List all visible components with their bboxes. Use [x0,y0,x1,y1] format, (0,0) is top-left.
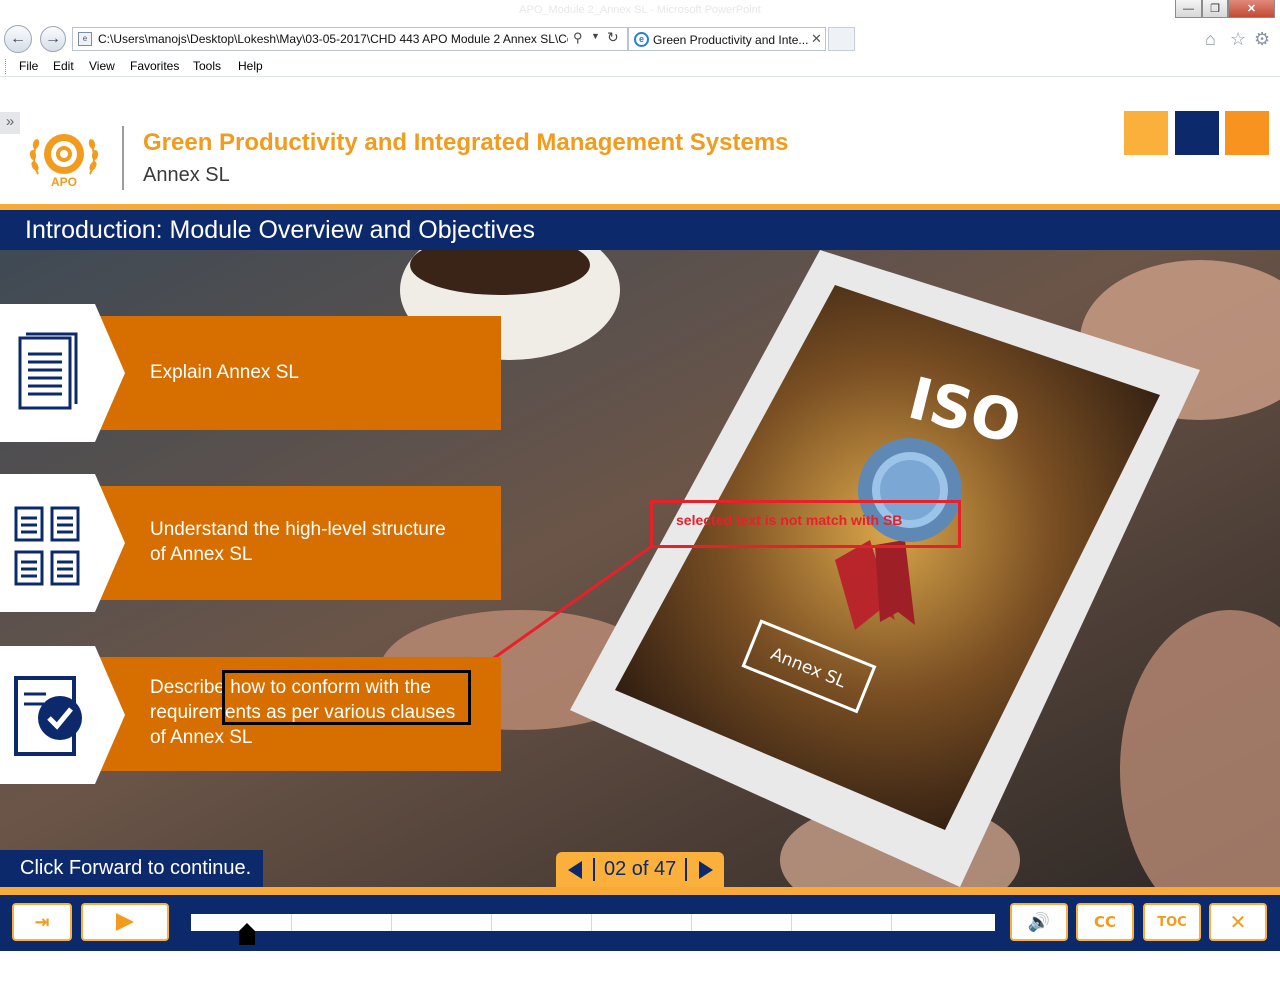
browser-tab[interactable]: e Green Productivity and Inte... ✕ [628,27,826,51]
address-text[interactable]: C:\Users\manojs\Desktop\Lokesh\May\03-05… [98,32,568,46]
browser-navbar: ← → e C:\Users\manojs\Desktop\Lokesh\May… [0,22,1280,56]
objective-2-line-2: of Annex SL [150,544,253,565]
new-tab-button[interactable] [828,27,855,51]
checklist-icon [14,676,82,756]
tab-title: Green Productivity and Inte... [653,33,809,47]
document-icon [18,332,78,410]
search-icon[interactable]: ⚲ [573,30,583,46]
maximize-button[interactable]: ❐ [1202,0,1228,18]
objective-3-line-3: of Annex SL [150,727,253,748]
annotation-highlight-box [222,670,471,725]
continue-prompt-text: Click Forward to continue. [20,857,252,879]
objective-band-2: Understand the high-level structure of A… [90,486,501,600]
menu-grip [5,59,7,74]
menu-edit[interactable]: Edit [53,59,74,73]
player-controls: ⇥ 🔊 CC TOC ✕ [0,895,1280,951]
annotation-comment-text: selected text is not match with SB [676,512,903,528]
window-close-button[interactable]: ✕ [1228,0,1275,18]
back-button[interactable]: ← [4,25,32,53]
minimize-button[interactable]: — [1175,0,1202,18]
seek-tick [891,914,892,931]
forward-arrow-icon: → [45,30,61,47]
objective-chevron-1 [0,304,125,442]
ie-icon: e [634,32,649,47]
exit-button[interactable]: ⇥ [12,903,72,941]
window-titlebar: APO_Module 2_Annex SL - Microsoft PowerP… [0,0,1280,22]
slide-title: Introduction: Module Overview and Object… [25,216,535,244]
window-title: APO_Module 2_Annex SL - Microsoft PowerP… [519,4,761,16]
logo-text: APO [51,175,77,189]
play-button[interactable] [81,903,169,941]
play-icon [116,913,134,931]
controls-rule [0,887,1280,895]
next-slide-icon[interactable] [699,861,713,879]
page-counter: 02 of 47 [604,858,677,880]
objective-2-line-1: Understand the high-level structure [150,519,446,540]
menu-file[interactable]: File [19,59,38,73]
exit-icon: ⇥ [34,911,50,933]
seek-tick [391,914,392,931]
menu-help[interactable]: Help [238,59,263,73]
seek-tick [791,914,792,931]
seek-tick [291,914,292,931]
objective-text-1: Explain Annex SL [150,360,299,385]
favorites-star-icon[interactable]: ☆ [1230,29,1246,50]
logo-divider [122,126,124,190]
objective-chevron-3 [0,646,125,784]
page-icon: e [78,32,92,46]
slide-pager: 02 of 47 [556,852,724,887]
tab-close-icon[interactable]: ✕ [811,31,822,47]
objective-text-2: Understand the high-level structure of A… [150,517,446,567]
previous-slide-icon[interactable] [568,861,582,879]
slide-stage: ISO Annex SL Explain Annex SL Understand… [0,250,1280,887]
seek-bar[interactable] [191,914,995,931]
objective-band-1: Explain Annex SL [90,316,501,430]
accent-square-navy [1175,111,1219,155]
seek-thumb[interactable] [239,923,256,945]
continue-prompt: Click Forward to continue. [0,850,263,887]
objective-1-line-1: Explain Annex SL [150,362,299,383]
seek-tick [491,914,492,931]
closed-captions-button[interactable]: CC [1076,903,1134,941]
sidebar-toggle-button[interactable]: » [0,112,20,134]
accent-square-orange [1225,111,1269,155]
address-bar[interactable]: e C:\Users\manojs\Desktop\Lokesh\May\03-… [72,27,628,51]
pager-divider [685,858,687,881]
seek-tick [691,914,692,931]
objective-chevron-2 [0,474,125,612]
menu-view[interactable]: View [89,59,115,73]
course-subtitle: Annex SL [143,164,230,186]
menu-bar: File Edit View Favorites Tools Help [0,56,1280,77]
refresh-icon[interactable]: ↻ [607,29,619,46]
close-icon: ✕ [1229,910,1247,934]
course-title: Green Productivity and Integrated Manage… [143,129,789,156]
chevron-down-icon[interactable]: ▼ [591,31,600,41]
home-icon[interactable]: ⌂ [1205,29,1216,50]
volume-button[interactable]: 🔊 [1010,903,1068,941]
course-header: » APO Green Productivity and Integrated … [0,78,1280,205]
forward-button[interactable]: → [40,26,66,52]
menu-favorites[interactable]: Favorites [130,59,179,73]
apo-logo-icon: APO [29,134,99,189]
pager-divider [593,858,595,881]
seek-tick [591,914,592,931]
gear-icon[interactable]: ⚙ [1254,29,1270,50]
toc-button[interactable]: TOC [1143,903,1201,941]
slide-title-bar: Introduction: Module Overview and Object… [0,210,1280,250]
accent-square-gold [1124,111,1168,155]
back-arrow-icon: ← [10,30,26,47]
menu-tools[interactable]: Tools [193,59,221,73]
speaker-icon: 🔊 [1027,911,1051,933]
close-course-button[interactable]: ✕ [1209,903,1267,941]
